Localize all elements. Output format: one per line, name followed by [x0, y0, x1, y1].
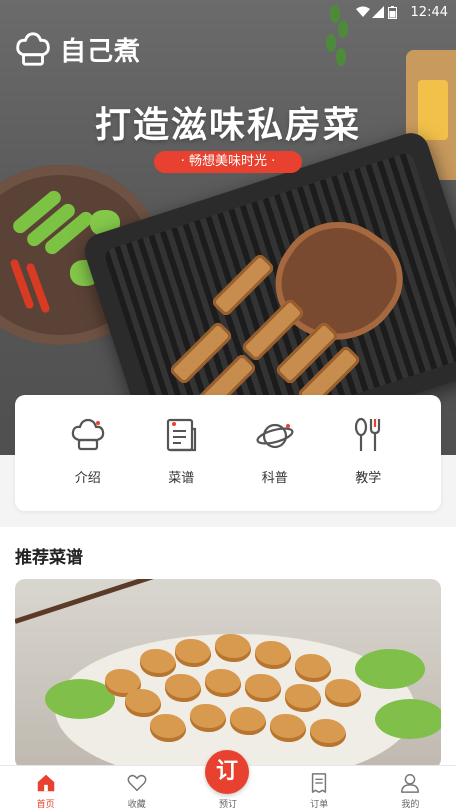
signal-icon: [372, 6, 384, 18]
recipe-card-image[interactable]: [15, 579, 441, 769]
fried-food-decoration: [255, 641, 291, 669]
hero-subtitle: · 畅想美味时光 ·: [154, 151, 302, 173]
fried-food-decoration: [325, 679, 361, 707]
heart-icon: [127, 774, 147, 792]
fried-food-decoration: [285, 684, 321, 712]
fried-food-decoration: [270, 714, 306, 742]
section-title: 推荐菜谱: [15, 548, 83, 568]
tab-label: 收藏: [127, 800, 146, 810]
fried-food-decoration: [310, 719, 346, 747]
user-icon: [401, 774, 420, 793]
tab-label: 订单: [310, 800, 329, 810]
status-bar: 12:44: [0, 0, 456, 26]
tab-label: 我的: [401, 800, 420, 810]
category-label: 介绍: [74, 471, 101, 486]
battery-icon: [388, 6, 400, 19]
fried-food-decoration: [295, 654, 331, 682]
chef-hat-logo-icon: [16, 32, 50, 66]
recipe-list-icon: [167, 418, 197, 452]
fried-food-decoration: [140, 649, 176, 677]
category-label: 科普: [261, 471, 288, 486]
category-science[interactable]: 科普: [240, 395, 310, 511]
category-label: 菜谱: [168, 471, 195, 486]
status-icons: [356, 6, 400, 19]
fried-food-decoration: [190, 704, 226, 732]
category-intro[interactable]: 介绍: [53, 395, 123, 511]
planet-icon: [256, 423, 294, 449]
tab-orders[interactable]: 订单: [274, 766, 365, 811]
wifi-icon: [356, 6, 370, 18]
tab-label: 首页: [36, 800, 55, 810]
tab-favorites[interactable]: 收藏: [91, 766, 182, 811]
fried-food-decoration: [175, 639, 211, 667]
hero-banner[interactable]: [0, 0, 456, 455]
category-label: 教学: [355, 471, 382, 486]
brand-name: 自己煮: [60, 36, 142, 67]
category-card: 介绍 菜谱 科普 教学: [15, 395, 441, 511]
brand-logo: 自己煮: [14, 30, 141, 68]
fried-food-decoration: [165, 674, 201, 702]
tab-home[interactable]: 首页: [0, 766, 91, 811]
fried-food-decoration: [230, 707, 266, 735]
category-recipes[interactable]: 菜谱: [146, 395, 216, 511]
category-teaching[interactable]: 教学: [333, 395, 403, 511]
fried-food-decoration: [205, 669, 241, 697]
fried-food-decoration: [215, 634, 251, 662]
tab-label: 预订: [219, 800, 238, 810]
utensils-icon: [355, 417, 381, 451]
receipt-icon: [312, 773, 327, 793]
fried-food-decoration: [125, 689, 161, 717]
tab-profile[interactable]: 我的: [365, 766, 456, 811]
recommended-section: 推荐菜谱: [0, 527, 456, 769]
chopsticks-decoration: [15, 579, 197, 624]
home-icon: [37, 774, 54, 792]
lettuce-decoration: [375, 699, 441, 739]
fried-food-decoration: [245, 674, 281, 702]
lettuce-decoration: [355, 649, 425, 689]
fried-food-decoration: [150, 714, 186, 742]
order-center-button[interactable]: 订: [205, 750, 249, 794]
chef-hat-icon: [71, 418, 104, 451]
hero-title: 打造滋味私房菜: [94, 105, 361, 146]
app-screen: 12:44 自己煮 打造滋味私房菜 · 畅想美味时光 · 介绍 菜谱 科普 教学…: [0, 0, 456, 811]
status-time: 12:44: [410, 5, 448, 20]
